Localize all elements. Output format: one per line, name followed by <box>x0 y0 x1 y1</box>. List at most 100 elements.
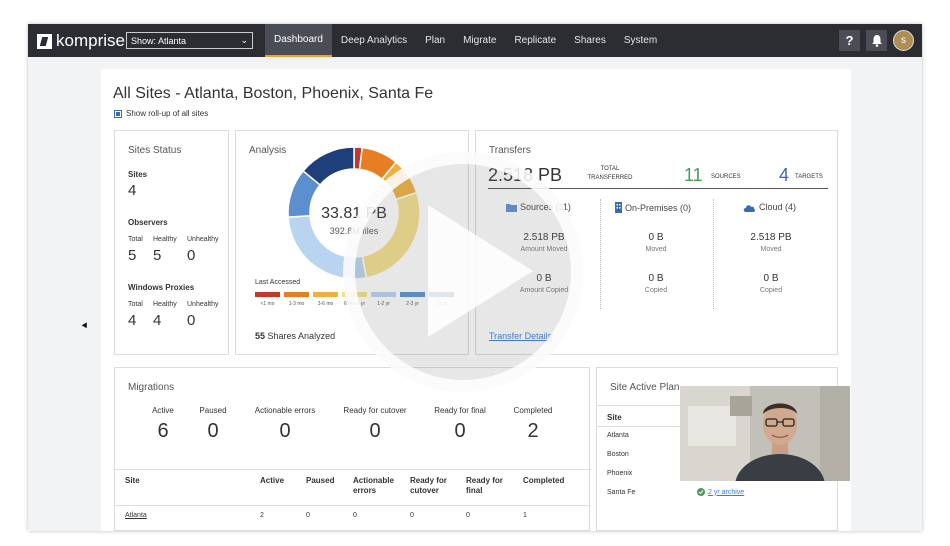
transfers-title: Transfers <box>489 145 531 156</box>
observers-label: Observers <box>128 218 168 227</box>
main-nav: Dashboard Deep Analytics Plan Migrate Replic… <box>265 24 666 57</box>
proxies-total-label: Total <box>128 301 143 308</box>
col-divider-1 <box>600 199 601 309</box>
nav-plan[interactable]: Plan <box>416 24 454 57</box>
play-icon[interactable] <box>428 205 533 337</box>
proxies-unhealthy-value: 0 <box>187 312 196 329</box>
cloud-moved-value: 2.518 PB <box>750 232 792 243</box>
sites-status-card: Sites Status Sites 4 Observers Total Hea… <box>114 130 229 355</box>
page-title: All Sites - Atlanta, Boston, Phoenix, Sa… <box>113 85 434 102</box>
on-premises-copied-label: Copied <box>644 287 668 294</box>
migration-stat-value: 2 <box>527 420 539 442</box>
on-premises-moved-label: Moved <box>645 246 667 253</box>
migrations-col-header: Ready for final <box>466 476 503 495</box>
komprise-logo[interactable]: komprise <box>37 31 125 51</box>
on-premises-moved-value: 0 B <box>648 232 664 243</box>
migrations-col-header: Actionable errors <box>353 476 394 495</box>
top-navigation-bar: komprise Show: Atlanta ⌄ Dashboard Deep A… <box>28 24 922 57</box>
check-circle-icon <box>697 488 705 496</box>
santa-fe-plan-link: 2 yr archive <box>708 488 745 496</box>
cloud-icon <box>743 204 756 212</box>
site-selector-value: Show: Atlanta <box>131 35 187 46</box>
legend-swatch <box>313 292 338 297</box>
avatar[interactable]: s <box>893 30 914 51</box>
legend-label: <1 mo <box>260 301 275 307</box>
nav-system[interactable]: System <box>615 24 666 57</box>
shares-analyzed: 55 Shares Analyzed <box>255 331 335 341</box>
cloud-column-header[interactable]: Cloud (4) <box>743 202 796 212</box>
nav-shares[interactable]: Shares <box>565 24 615 57</box>
shares-label: Shares Analyzed <box>267 331 336 341</box>
top-icons: ? s <box>839 30 914 51</box>
transfers-sources-label: SOURCES <box>711 174 741 180</box>
transfers-targets-count: 4 <box>779 165 790 185</box>
migration-site-link[interactable]: Atlanta <box>125 512 147 519</box>
observers-healthy-value: 5 <box>153 247 162 264</box>
migrations-col-header: Ready for cutover <box>410 476 447 495</box>
on-premises-copied-value: 0 B <box>648 273 664 284</box>
legend-label: 3-6 mo <box>317 301 334 307</box>
migration-stat-label: Actionable errors <box>254 406 316 415</box>
site-plan-row[interactable]: Boston <box>607 451 629 458</box>
migration-stat-label: Completed <box>513 406 553 415</box>
cloud-moved-label: Moved <box>760 246 782 253</box>
sites-value: 4 <box>128 182 137 199</box>
site-plan-row[interactable]: Santa Fe <box>607 489 635 496</box>
brand-name: komprise <box>56 31 125 50</box>
analysis-title: Analysis <box>249 145 287 156</box>
transfers-total-label: TOTAL TRANSFERRED <box>587 166 633 181</box>
help-icon[interactable]: ? <box>839 30 860 51</box>
nav-replicate[interactable]: Replicate <box>505 24 565 57</box>
legend-swatch <box>255 292 280 297</box>
proxies-unhealthy-label: Unhealthy <box>187 301 219 308</box>
migrations-col-header: Site <box>125 476 140 485</box>
nav-migrate[interactable]: Migrate <box>454 24 505 57</box>
site-plans-header: Site <box>607 413 622 422</box>
observers-total-value: 5 <box>128 247 137 264</box>
rollup-checkbox-row[interactable]: Show roll-up of all sites <box>114 109 208 118</box>
rollup-checkbox[interactable] <box>114 109 122 118</box>
proxies-healthy-label: Healthy <box>153 301 177 308</box>
sites-label: Sites <box>128 170 148 179</box>
migrations-card: Migrations Active 6 Paused 0 Actionable erro… <box>114 367 591 531</box>
migration-cell: 0 <box>410 512 414 519</box>
col-divider-2 <box>713 199 714 309</box>
migrations-table-divider <box>115 505 591 506</box>
migration-cell: 2 <box>260 512 264 519</box>
santa-fe-plan[interactable]: 2 yr archive <box>697 488 744 496</box>
site-plan-row[interactable]: Atlanta <box>607 432 629 439</box>
proxies-healthy-value: 4 <box>153 312 162 329</box>
chevron-down-icon: ⌄ <box>240 35 248 45</box>
migration-cell: 1 <box>523 512 527 519</box>
site-selector[interactable]: Show: Atlanta ⌄ <box>126 32 253 49</box>
last-accessed-label: Last Accessed <box>255 279 301 286</box>
cloud-copied-label: Copied <box>759 287 783 294</box>
legend-label: 1-3 mo <box>288 301 305 307</box>
migrations-col-header: Paused <box>306 476 335 485</box>
migrations-col-header: Completed <box>523 476 565 485</box>
migration-cell: 0 <box>306 512 310 519</box>
site-plan-row[interactable]: Phoenix <box>607 470 632 477</box>
cloud-column-label: Cloud (4) <box>759 202 797 212</box>
migration-stat-value: 0 <box>279 420 291 442</box>
migrations-divider <box>115 469 591 470</box>
cloud-copied-value: 0 B <box>763 273 779 284</box>
building-icon <box>615 202 622 213</box>
observers-unhealthy-label: Unhealthy <box>187 236 219 243</box>
on-premises-column-label: On-Premises (0) <box>625 202 692 213</box>
on-premises-column-header[interactable]: On-Premises (0) <box>615 202 691 213</box>
presenter-webcam <box>680 386 850 481</box>
transfers-targets-label: TARGETS <box>795 174 823 180</box>
transfers-sources-count: 11 <box>684 165 703 185</box>
proxies-total-value: 4 <box>128 312 137 329</box>
migration-cell: 0 <box>353 512 357 519</box>
sites-status-title: Sites Status <box>128 145 182 156</box>
komprise-logo-icon <box>37 33 52 49</box>
rollup-label: Show roll-up of all sites <box>126 109 209 118</box>
observers-unhealthy-value: 0 <box>187 247 196 264</box>
nav-deep-analytics[interactable]: Deep Analytics <box>332 24 416 57</box>
site-plans-title: Site Active Plan <box>610 382 680 393</box>
bell-icon[interactable] <box>866 30 887 51</box>
nav-dashboard[interactable]: Dashboard <box>265 24 332 57</box>
observers-total-label: Total <box>128 236 143 243</box>
